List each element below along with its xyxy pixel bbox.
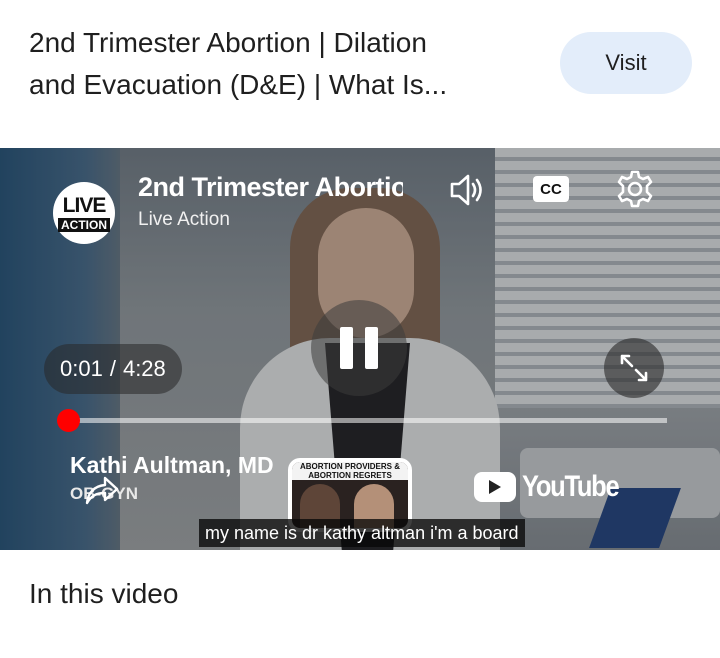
player-video-title[interactable]: 2nd Trimester Abortion: [138, 172, 403, 206]
video-player[interactable]: LIVE ACTION 2nd Trimester Abortion Live …: [0, 148, 720, 550]
visit-button[interactable]: Visit: [560, 32, 692, 94]
fullscreen-icon[interactable]: [604, 338, 664, 398]
sound-icon[interactable]: [444, 168, 488, 212]
pause-icon: [340, 327, 353, 369]
channel-logo-line2: ACTION: [58, 217, 110, 232]
cc-icon[interactable]: CC: [530, 172, 572, 206]
channel-logo-line1: LIVE: [62, 193, 107, 217]
result-header: 2nd Trimester Abortion | Dilation and Ev…: [0, 0, 720, 140]
channel-avatar[interactable]: LIVE ACTION: [53, 182, 115, 244]
player-channel-name[interactable]: Live Action: [138, 209, 230, 231]
youtube-wordmark: YouTube: [522, 470, 620, 503]
youtube-logo[interactable]: YouTube: [474, 470, 635, 504]
share-icon[interactable]: [84, 474, 120, 506]
video-result-title[interactable]: 2nd Trimester Abortion | Dilation and Ev…: [29, 22, 529, 106]
cc-label: CC: [533, 176, 569, 202]
section-title-in-this-video: In this video: [29, 578, 179, 609]
settings-gear-icon[interactable]: [612, 166, 658, 212]
time-separator: /: [109, 356, 116, 381]
time-display: 0:01 / 4:28: [44, 344, 182, 394]
youtube-play-icon: [474, 472, 516, 502]
closed-caption-text: my name is dr kathy altman i'm a board: [199, 519, 525, 547]
duration: 4:28: [122, 356, 166, 381]
current-time: 0:01: [60, 356, 103, 381]
progress-bar[interactable]: [66, 418, 667, 423]
pause-button[interactable]: [311, 300, 407, 396]
end-card-banner: ABORTION PROVIDERS & ABORTION REGRETS: [292, 462, 408, 480]
